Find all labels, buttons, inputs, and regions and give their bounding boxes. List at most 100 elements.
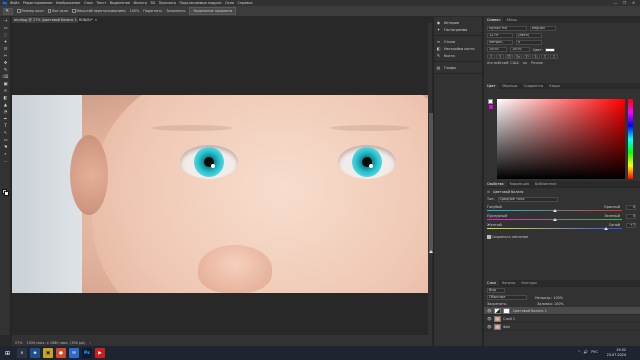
option-item[interactable]: Масштаб перетаскиванием xyxy=(72,9,126,13)
blend-mode-select[interactable]: Обычные xyxy=(487,295,527,300)
slider-thumb[interactable] xyxy=(552,208,557,212)
tool-icon[interactable]: ☚ xyxy=(0,143,11,150)
format-button[interactable]: T xyxy=(496,54,504,59)
option-item[interactable]: Заполнить xyxy=(166,9,185,13)
preserve-luminosity-checkbox[interactable] xyxy=(487,235,491,239)
tool-icon[interactable]: ⌕ xyxy=(0,150,11,157)
tool-icon[interactable]: ⇢ xyxy=(0,17,11,24)
option-checkbox[interactable] xyxy=(72,9,76,13)
menu-item[interactable]: Справка xyxy=(238,1,253,5)
visibility-eye-icon[interactable]: 👁 xyxy=(487,325,492,329)
taskbar-app-icon[interactable]: ▣ xyxy=(43,348,53,358)
tool-icon[interactable]: ◧ xyxy=(0,94,11,101)
document-image[interactable] xyxy=(12,95,428,293)
tool-icon[interactable]: ▲ xyxy=(0,101,11,108)
text-color-swatch[interactable] xyxy=(544,47,555,52)
slider-thumb[interactable] xyxy=(552,217,557,221)
layer-row[interactable]: 👁 Фон xyxy=(484,323,640,331)
slider-value-field[interactable]: +7 xyxy=(626,223,636,228)
side-panel-item[interactable]: ◧ Настройки кисти xyxy=(436,45,480,52)
tool-icon[interactable]: ⌫ xyxy=(0,73,11,80)
layer-row[interactable]: 👁 Слой 1 xyxy=(484,315,640,323)
tool-icon[interactable]: ▭ xyxy=(0,24,11,31)
option-item[interactable]: Размер окон xyxy=(17,9,44,13)
tray-icon[interactable]: ^ xyxy=(578,350,581,354)
slider-track[interactable] xyxy=(487,228,622,230)
language-select[interactable]: Английский: США xyxy=(487,61,519,65)
font-family-select[interactable]: Myriad Pro xyxy=(487,26,527,31)
tool-icon[interactable]: ✥ xyxy=(0,59,11,66)
slider-value-field[interactable]: 0 xyxy=(626,214,636,219)
vertical-scale-field[interactable]: 100% xyxy=(487,47,507,52)
opacity-field[interactable]: Непрозр.: 100% xyxy=(535,296,563,300)
taskbar-app-icon[interactable]: Ps xyxy=(82,348,92,358)
tray-icon[interactable]: 🔊 xyxy=(584,350,588,354)
format-button[interactable]: TT xyxy=(505,54,513,59)
font-size-field[interactable]: 12 пт xyxy=(487,33,513,38)
zoom-level[interactable]: 27% xyxy=(15,341,23,345)
vertical-scroll-thumb[interactable] xyxy=(428,113,433,253)
tool-icon[interactable]: … xyxy=(0,157,11,164)
option-item[interactable]: 100% xyxy=(130,9,140,13)
format-button[interactable]: T¹ xyxy=(523,54,531,59)
tool-icon[interactable]: ✍ xyxy=(0,87,11,94)
fill-field[interactable]: Заливка: 100% xyxy=(537,302,564,306)
status-arrow-icon[interactable]: › xyxy=(89,341,90,345)
menu-item[interactable]: Слои xyxy=(84,1,93,5)
panel-background-swatch[interactable] xyxy=(489,105,493,109)
color-balance-slider[interactable]: Желтый Синий +7 xyxy=(484,223,640,232)
layer-kind-filter[interactable]: Вид xyxy=(487,288,505,293)
menu-item[interactable]: Редактирование xyxy=(23,1,53,5)
color-picker-field[interactable] xyxy=(497,99,625,179)
format-button[interactable]: T xyxy=(541,54,549,59)
color-balance-slider[interactable]: Голубой Красный 0 xyxy=(484,205,640,214)
taskbar-app-icon[interactable]: e xyxy=(30,348,40,358)
tool-icon[interactable]: ✦ xyxy=(0,38,11,45)
menu-item[interactable]: 3D xyxy=(150,1,155,5)
menu-item[interactable]: Изображение xyxy=(56,1,80,5)
tool-icon[interactable]: ◔ xyxy=(0,108,11,115)
side-panel-item[interactable]: ≡ Стили xyxy=(436,38,480,45)
menu-item[interactable]: Выделение xyxy=(110,1,130,5)
taskbar-app-icon[interactable]: ✉ xyxy=(69,348,79,358)
side-panel-item[interactable]: ◉ История xyxy=(436,19,480,26)
close-document-icon[interactable]: × xyxy=(95,18,98,22)
canvas-area[interactable] xyxy=(12,23,432,335)
tool-icon[interactable]: ✒ xyxy=(0,115,11,122)
hue-slider[interactable] xyxy=(628,99,633,179)
select-subject-button[interactable]: Выделение предмета xyxy=(189,7,237,15)
tool-icon[interactable]: ↖ xyxy=(0,129,11,136)
menu-item[interactable]: Просмотр xyxy=(159,1,176,5)
font-style-select[interactable]: Regular xyxy=(530,26,556,31)
leading-field[interactable]: (Авто) xyxy=(516,33,542,38)
side-panel-item[interactable]: ▤ Глифы xyxy=(436,64,480,71)
option-item[interactable]: Подогнать xyxy=(143,9,162,13)
option-checkbox[interactable] xyxy=(47,9,52,13)
side-panel-item[interactable]: ✦ Гистограмма xyxy=(436,26,480,33)
background-color-swatch[interactable] xyxy=(4,191,9,196)
menu-item[interactable]: Подключаемые модули xyxy=(180,1,222,5)
tray-icon[interactable]: РУС xyxy=(591,350,598,354)
tool-icon[interactable]: ⊡ xyxy=(0,45,11,52)
option-item[interactable]: Все окна xyxy=(47,9,68,13)
tracking-field[interactable]: 0 xyxy=(516,40,542,45)
color-balance-slider[interactable]: Пурпурный Зеленый 0 xyxy=(484,214,640,223)
tool-icon[interactable]: ✎ xyxy=(0,66,11,73)
menu-item[interactable]: Фильтр xyxy=(133,1,146,5)
format-button[interactable]: T xyxy=(550,54,558,59)
taskbar-app-icon[interactable]: ● xyxy=(56,348,66,358)
antialias-select[interactable]: Резкое xyxy=(531,61,543,65)
visibility-eye-icon[interactable]: 👁 xyxy=(487,309,492,313)
option-checkbox[interactable] xyxy=(17,9,21,13)
layer-mask-thumbnail[interactable] xyxy=(503,307,510,314)
format-button[interactable]: Tт xyxy=(514,54,522,59)
kerning-field[interactable]: Метрич. xyxy=(487,40,513,45)
menu-item[interactable]: Окно xyxy=(225,1,234,5)
menu-item[interactable]: Текст xyxy=(96,1,106,5)
slider-thumb[interactable] xyxy=(603,226,608,230)
panel-foreground-swatch[interactable] xyxy=(488,99,493,104)
zoom-tool-icon[interactable]: 🔍 xyxy=(3,7,13,15)
start-button-icon[interactable]: ⊞ xyxy=(3,349,12,358)
tool-icon[interactable]: ▣ xyxy=(0,80,11,87)
format-button[interactable]: T₁ xyxy=(532,54,540,59)
